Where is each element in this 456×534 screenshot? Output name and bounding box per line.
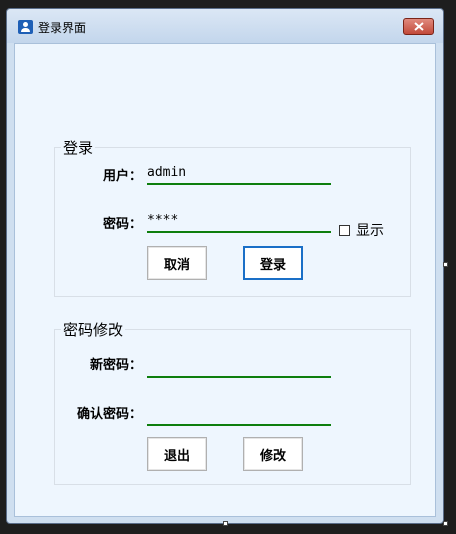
show-password-box[interactable] [339, 224, 350, 236]
cancel-button[interactable]: 取消 [147, 246, 207, 280]
show-password-label: 显示 [356, 223, 384, 239]
password-label: 密码： [102, 217, 142, 232]
change-password-group: 密码修改 新密码： 确认密码： 退出 修改 [54, 319, 411, 485]
window-title: 登录界面 [38, 21, 87, 35]
login-group: 登录 用户： 密码： 显示 取消 登录 [54, 137, 411, 297]
close-button[interactable] [403, 18, 434, 35]
login-window: 登录界面 登录 用户： 密码： 显示 取消 登录 密码修改 新密码： 确认 [6, 8, 444, 524]
new-password-input[interactable] [147, 354, 331, 378]
close-icon [413, 22, 424, 31]
username-label: 用户： [102, 169, 142, 184]
show-password-checkbox[interactable]: 显示 [339, 220, 384, 240]
change-password-group-title: 密码修改 [61, 319, 126, 340]
confirm-password-input[interactable] [147, 402, 331, 426]
resize-handle-bottom[interactable] [223, 521, 228, 526]
password-input[interactable] [147, 209, 331, 233]
username-input[interactable] [147, 161, 331, 185]
title-bar[interactable]: 登录界面 [7, 9, 443, 43]
modify-button[interactable]: 修改 [243, 437, 303, 471]
resize-handle-right[interactable] [443, 262, 448, 267]
new-password-label: 新密码： [89, 358, 142, 373]
exit-button[interactable]: 退出 [147, 437, 207, 471]
client-area: 登录 用户： 密码： 显示 取消 登录 密码修改 新密码： 确认密码： 退出 修… [14, 43, 436, 517]
login-button[interactable]: 登录 [243, 246, 303, 280]
confirm-password-label: 确认密码： [76, 407, 142, 422]
user-icon [18, 20, 33, 34]
resize-handle-corner[interactable] [443, 521, 448, 526]
login-group-title: 登录 [61, 137, 96, 158]
